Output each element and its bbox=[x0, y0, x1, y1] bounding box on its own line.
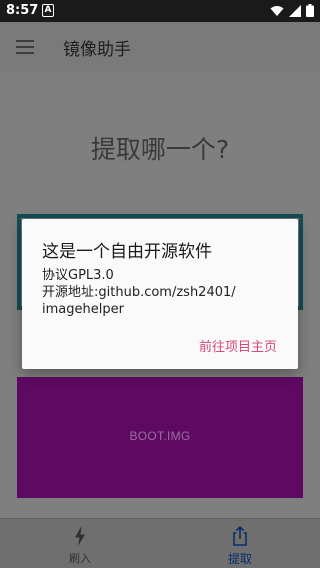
share-upload-icon bbox=[233, 525, 247, 546]
nav-item-extract[interactable]: 提取 bbox=[160, 519, 320, 568]
dialog-line-license: 协议GPL3.0 bbox=[42, 268, 114, 283]
boot-image-card[interactable]: BOOT.IMG bbox=[17, 377, 303, 498]
page-question: 提取哪一个? bbox=[90, 135, 230, 164]
dialog-line-repo: 开源地址:github.com/zsh2401/ bbox=[42, 285, 236, 300]
app-title: 镜像助手 bbox=[63, 40, 131, 60]
wifi-icon bbox=[270, 5, 284, 16]
signal-icon bbox=[289, 4, 301, 17]
nav-label: 提取 bbox=[227, 552, 252, 566]
dialog-title: 这是一个自由开源软件 bbox=[42, 242, 212, 262]
nav-label: 刷入 bbox=[69, 552, 91, 565]
open-project-homepage-button[interactable]: 前往项目主页 bbox=[199, 336, 277, 355]
notification-badge-icon: A bbox=[42, 4, 54, 17]
bottom-nav: 刷入 提取 bbox=[0, 518, 320, 568]
menu-icon[interactable] bbox=[14, 36, 36, 58]
dialog-line-repo-cont: imagehelper bbox=[42, 302, 124, 317]
card-label: BOOT.IMG bbox=[129, 429, 191, 443]
flash-icon bbox=[75, 526, 85, 546]
dialog-body: 协议GPL3.0 开源地址:github.com/zsh2401/ imageh… bbox=[42, 267, 287, 318]
battery-icon bbox=[306, 4, 314, 17]
nav-item-flash[interactable]: 刷入 bbox=[0, 519, 160, 568]
status-time: 8:57 bbox=[6, 3, 39, 18]
status-bar: 8:57 A bbox=[0, 0, 320, 22]
about-dialog: 这是一个自由开源软件 协议GPL3.0 开源地址:github.com/zsh2… bbox=[22, 219, 298, 369]
app-bar: 镜像助手 bbox=[0, 22, 320, 72]
status-icons bbox=[270, 4, 314, 17]
